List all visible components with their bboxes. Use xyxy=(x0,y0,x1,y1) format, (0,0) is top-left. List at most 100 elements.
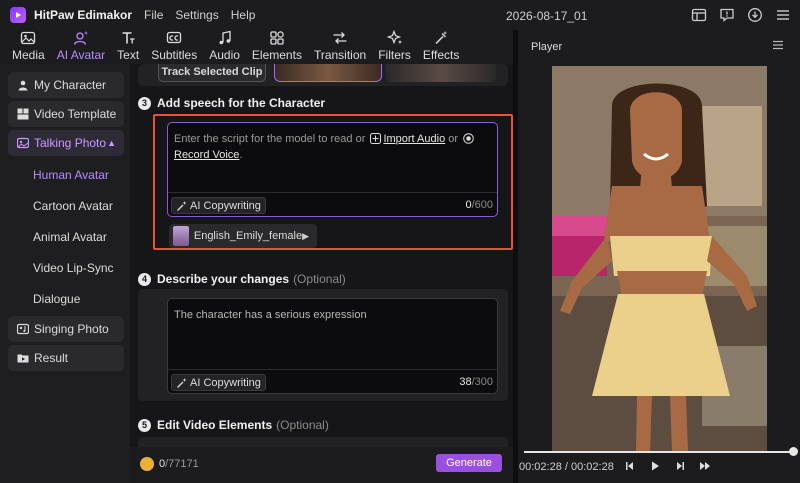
changes-char-max: /300 xyxy=(471,376,493,388)
tab-transition-label: Transition xyxy=(313,48,367,62)
tab-subtitles[interactable]: Subtitles xyxy=(145,30,203,64)
tab-elements-label: Elements xyxy=(251,48,302,62)
download-icon[interactable] xyxy=(746,6,764,24)
sidebar-item-label: Singing Photo xyxy=(34,322,109,336)
voice-name: English_Emily_female xyxy=(193,230,303,242)
record-icon xyxy=(463,133,474,144)
generate-button[interactable]: Generate xyxy=(436,454,502,472)
period-text: . xyxy=(239,149,243,161)
optional-label: (Optional) xyxy=(276,418,329,432)
subtitles-icon xyxy=(167,31,182,44)
subitem-video-lip-sync[interactable]: Video Lip-Sync xyxy=(8,252,124,283)
changes-footer: AI Copywriting 38/300 xyxy=(168,369,497,393)
changes-input[interactable]: The character has a serious expression A… xyxy=(167,298,498,394)
ai-copywriting-label: AI Copywriting xyxy=(190,199,261,212)
person-icon xyxy=(18,80,28,91)
step4-title-text: Describe your changes xyxy=(157,272,290,286)
track-selected-clip-button[interactable]: Track Selected Clip xyxy=(158,64,266,82)
subitem-human-avatar[interactable]: Human Avatar xyxy=(8,159,124,190)
changes-text: The character has a serious expression xyxy=(174,309,367,321)
sidebar-item-talking-photo[interactable]: Talking Photo ▲ xyxy=(8,130,124,156)
fast-forward-icon[interactable] xyxy=(699,460,711,472)
clip-thumbnail[interactable] xyxy=(386,64,496,82)
tab-transition[interactable]: Transition xyxy=(308,30,372,64)
menu-file[interactable]: File xyxy=(144,8,163,22)
import-audio-link[interactable]: Import Audio xyxy=(383,133,445,145)
menu-icon[interactable] xyxy=(774,6,792,24)
video-preview[interactable] xyxy=(552,66,767,451)
media-icon xyxy=(21,31,36,45)
playback-progress-bar[interactable] xyxy=(524,451,794,453)
window-controls xyxy=(690,6,792,24)
magic-wand-icon xyxy=(177,200,187,211)
changes-char-count: 38 xyxy=(459,376,472,388)
result-icon xyxy=(17,354,29,363)
tab-media-label: Media xyxy=(12,48,45,62)
audio-icon xyxy=(219,30,231,45)
singing-photo-icon xyxy=(17,323,29,335)
script-char-counter: 0/600 xyxy=(465,199,493,211)
or-text: or xyxy=(448,133,459,145)
import-audio-icon xyxy=(370,133,382,144)
step5-title: 5 Edit Video Elements (Optional) xyxy=(138,418,329,432)
subitem-dialogue[interactable]: Dialogue xyxy=(8,283,124,314)
tab-text-label: Text xyxy=(117,48,140,62)
playback-progress-handle[interactable] xyxy=(789,447,798,456)
app-logo-icon xyxy=(10,7,26,23)
step5-panel xyxy=(138,437,508,447)
voice-selector[interactable]: English_Emily_female ▶ xyxy=(169,224,317,248)
center-panel: Track Selected Clip 3 Add speech for the… xyxy=(130,64,513,447)
tab-filters[interactable]: Filters xyxy=(372,30,417,64)
effects-icon xyxy=(435,31,448,45)
player-menu-icon[interactable] xyxy=(772,39,784,54)
ai-copywriting-button[interactable]: AI Copywriting xyxy=(171,197,266,214)
tab-filters-label: Filters xyxy=(378,48,411,62)
tab-ai-avatar[interactable]: AI Avatar xyxy=(51,30,111,64)
sidebar-item-singing-photo[interactable]: Singing Photo xyxy=(8,316,124,342)
record-voice-link[interactable]: Record Voice xyxy=(174,149,239,161)
menu-settings[interactable]: Settings xyxy=(175,8,218,22)
sidebar-item-result[interactable]: Result xyxy=(8,345,124,371)
bottom-bar: 0/77171 Generate xyxy=(130,447,513,483)
script-footer: AI Copywriting 0/600 xyxy=(168,192,497,216)
step5-number: 5 xyxy=(138,418,151,432)
step4-title: 4 Describe your changes (Optional) xyxy=(138,272,346,286)
project-name: 2026-08-17_01 xyxy=(506,9,588,23)
voice-avatar xyxy=(173,226,189,246)
transition-icon xyxy=(333,32,347,44)
selected-clip-thumbnail[interactable] xyxy=(274,64,382,82)
sidebar-item-my-character[interactable]: My Character xyxy=(8,72,124,98)
script-input[interactable]: Enter the script for the model to read o… xyxy=(167,122,498,217)
menu-help[interactable]: Help xyxy=(231,8,256,22)
sidebar-item-label: Result xyxy=(34,351,69,365)
tab-audio[interactable]: Audio xyxy=(203,30,246,64)
tab-text[interactable]: Text xyxy=(111,30,145,64)
script-placeholder: Enter the script for the model to read o… xyxy=(174,131,484,163)
video-frame-image xyxy=(552,66,767,451)
feedback-icon[interactable] xyxy=(718,6,736,24)
player-panel: Player 00:02:28 / 00:02:28 xyxy=(518,30,800,483)
subitem-animal-avatar[interactable]: Animal Avatar xyxy=(8,221,124,252)
script-char-max: /600 xyxy=(471,199,493,211)
ai-copywriting-label: AI Copywriting xyxy=(190,376,261,389)
ai-copywriting-button[interactable]: AI Copywriting xyxy=(171,374,266,391)
total-time: 00:02:28 xyxy=(571,461,614,473)
tab-subtitles-label: Subtitles xyxy=(151,48,198,62)
layout-icon[interactable] xyxy=(690,6,708,24)
elements-icon xyxy=(270,31,284,45)
tab-media[interactable]: Media xyxy=(6,30,51,64)
subitem-cartoon-avatar[interactable]: Cartoon Avatar xyxy=(8,190,124,221)
placeholder-text: Enter the script for the model to read o… xyxy=(174,133,366,145)
app-name: HitPaw Edimakor xyxy=(34,8,133,22)
menu-bar: File Settings Help xyxy=(144,8,255,22)
sidebar-item-video-template[interactable]: Video Template xyxy=(8,101,124,127)
magic-wand-icon xyxy=(177,377,187,388)
tab-effects[interactable]: Effects xyxy=(417,30,465,64)
credits-counter: 0/77171 xyxy=(159,458,199,470)
tab-elements[interactable]: Elements xyxy=(246,30,308,64)
chevron-up-icon[interactable]: ▲ xyxy=(107,138,116,148)
play-icon[interactable] xyxy=(649,460,661,472)
credit-coin-icon xyxy=(140,457,154,471)
next-frame-icon[interactable] xyxy=(674,460,686,472)
previous-frame-icon[interactable] xyxy=(624,460,636,472)
